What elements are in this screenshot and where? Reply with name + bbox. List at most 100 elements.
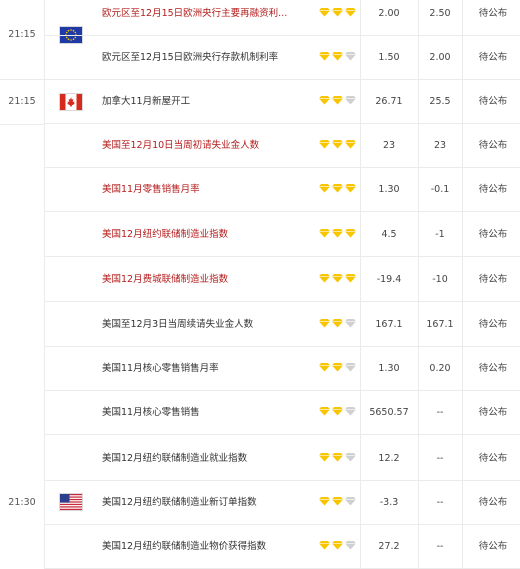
previous-value: -3.3 (379, 497, 399, 508)
event-name[interactable]: 美国至12月10日当周初请失业金人数 (102, 124, 304, 167)
previous-value: -19.4 (376, 274, 402, 285)
forecast-value: 0.20 (429, 363, 451, 374)
diamond-star-icon (332, 274, 343, 283)
diamond-star-icon (332, 407, 343, 416)
event-row[interactable]: 美国至12月10日当周初请失业金人数 23 23 待公布 (44, 124, 520, 168)
event-name[interactable]: 加拿大11月新屋开工 (102, 80, 304, 123)
importance-stars (319, 451, 357, 463)
diamond-star-icon (332, 229, 343, 238)
event-row[interactable]: 欧元区至12月15日欧洲央行存款机制利率 1.50 2.00 待公布 (44, 36, 520, 80)
diamond-star-icon (319, 274, 330, 283)
event-row[interactable]: 加拿大11月新屋开工 26.71 25.5 待公布 (44, 80, 520, 124)
importance-stars (319, 405, 357, 417)
previous-value: 26.71 (375, 96, 403, 107)
diamond-star-icon (345, 184, 356, 193)
event-name[interactable]: 美国11月零售销售月率 (102, 168, 304, 211)
previous-value: 167.1 (375, 319, 403, 330)
event-time: 21:30 (8, 497, 36, 508)
previous-value: 1.30 (378, 184, 400, 195)
diamond-star-icon (345, 52, 356, 61)
diamond-star-icon (319, 407, 330, 416)
diamond-star-icon (319, 52, 330, 61)
diamond-star-icon (345, 363, 356, 372)
diamond-star-icon (332, 319, 343, 328)
diamond-star-icon (319, 229, 330, 238)
previous-value: 23 (382, 140, 396, 151)
event-name[interactable]: 美国11月核心零售销售 (102, 391, 304, 434)
event-row[interactable]: 美国12月纽约联储制造业物价获得指数 27.2 -- 待公布 (44, 525, 520, 569)
diamond-star-icon (332, 541, 343, 550)
event-row[interactable]: 美国11月核心零售销售 5650.57 -- 待公布 (44, 391, 520, 435)
actual-value: 待公布 (478, 541, 508, 552)
importance-stars (319, 6, 357, 18)
event-name[interactable]: 欧元区至12月15日欧洲央行主要再融资利... (102, 0, 304, 35)
actual-value: 待公布 (478, 52, 508, 63)
actual-value: 待公布 (478, 184, 508, 195)
group-separator (0, 124, 44, 125)
event-row[interactable]: 美国12月纽约联储制造业就业指数 12.2 -- 待公布 (44, 437, 520, 481)
actual-value: 待公布 (478, 453, 508, 464)
event-row[interactable]: 美国12月费城联储制造业指数 -19.4 -10 待公布 (44, 258, 520, 302)
actual-value: 待公布 (478, 274, 508, 285)
event-name[interactable]: 美国12月纽约联储制造业物价获得指数 (102, 525, 304, 568)
event-name[interactable]: 美国11月核心零售销售月率 (102, 347, 304, 390)
diamond-star-icon (345, 407, 356, 416)
diamond-star-icon (319, 497, 330, 506)
forecast-value: 23 (433, 140, 447, 151)
diamond-star-icon (319, 96, 330, 105)
forecast-value: -- (436, 407, 444, 418)
event-name[interactable]: 美国至12月3日当周续请失业金人数 (102, 303, 304, 346)
event-row[interactable]: 美国至12月3日当周续请失业金人数 167.1 167.1 待公布 (44, 303, 520, 347)
diamond-star-icon (319, 8, 330, 17)
diamond-star-icon (332, 8, 343, 17)
event-name[interactable]: 美国12月纽约联储制造业新订单指数 (102, 481, 304, 524)
diamond-star-icon (319, 541, 330, 550)
diamond-star-icon (332, 184, 343, 193)
actual-value: 待公布 (478, 319, 508, 330)
diamond-star-icon (345, 541, 356, 550)
diamond-star-icon (319, 363, 330, 372)
forecast-value: 167.1 (426, 319, 454, 330)
actual-value: 待公布 (478, 497, 508, 508)
previous-value: 1.30 (378, 363, 400, 374)
forecast-value: 25.5 (429, 96, 451, 107)
diamond-star-icon (332, 453, 343, 462)
actual-value: 待公布 (478, 363, 508, 374)
importance-stars (319, 138, 357, 150)
previous-value: 2.00 (378, 8, 400, 19)
group-separator (0, 79, 44, 80)
importance-stars (319, 361, 357, 373)
forecast-value: -- (436, 541, 444, 552)
event-name[interactable]: 美国12月纽约联储制造业就业指数 (102, 437, 304, 480)
event-name[interactable]: 欧元区至12月15日欧洲央行存款机制利率 (102, 36, 304, 79)
diamond-star-icon (319, 140, 330, 149)
importance-stars (319, 94, 357, 106)
actual-value: 待公布 (478, 8, 508, 19)
actual-value: 待公布 (478, 140, 508, 151)
event-name[interactable]: 美国12月纽约联储制造业指数 (102, 213, 304, 256)
diamond-star-icon (345, 140, 356, 149)
diamond-star-icon (332, 140, 343, 149)
event-row[interactable]: 美国11月核心零售销售月率 1.30 0.20 待公布 (44, 347, 520, 391)
forecast-value: 2.50 (429, 8, 451, 19)
previous-value: 27.2 (378, 541, 400, 552)
event-row[interactable]: 美国12月纽约联储制造业新订单指数 -3.3 -- 待公布 (44, 481, 520, 525)
event-time: 21:15 (8, 29, 36, 40)
previous-value: 1.50 (378, 52, 400, 63)
importance-stars (319, 227, 357, 239)
event-row[interactable]: 美国11月零售销售月率 1.30 -0.1 待公布 (44, 168, 520, 212)
diamond-star-icon (345, 96, 356, 105)
importance-stars (319, 182, 357, 194)
diamond-star-icon (345, 274, 356, 283)
economic-calendar: 21:15 21:15 21:30 欧元区至12月15日欧洲央行主要再融资利..… (0, 0, 520, 569)
importance-stars (319, 50, 357, 62)
forecast-value: -- (436, 497, 444, 508)
diamond-star-icon (345, 8, 356, 17)
event-row[interactable]: 美国12月纽约联储制造业指数 4.5 -1 待公布 (44, 213, 520, 257)
diamond-star-icon (332, 363, 343, 372)
actual-value: 待公布 (478, 96, 508, 107)
event-name[interactable]: 美国12月费城联储制造业指数 (102, 258, 304, 301)
diamond-star-icon (345, 453, 356, 462)
importance-stars (319, 539, 357, 551)
event-row[interactable]: 欧元区至12月15日欧洲央行主要再融资利... 2.00 2.50 待公布 (44, 0, 520, 36)
